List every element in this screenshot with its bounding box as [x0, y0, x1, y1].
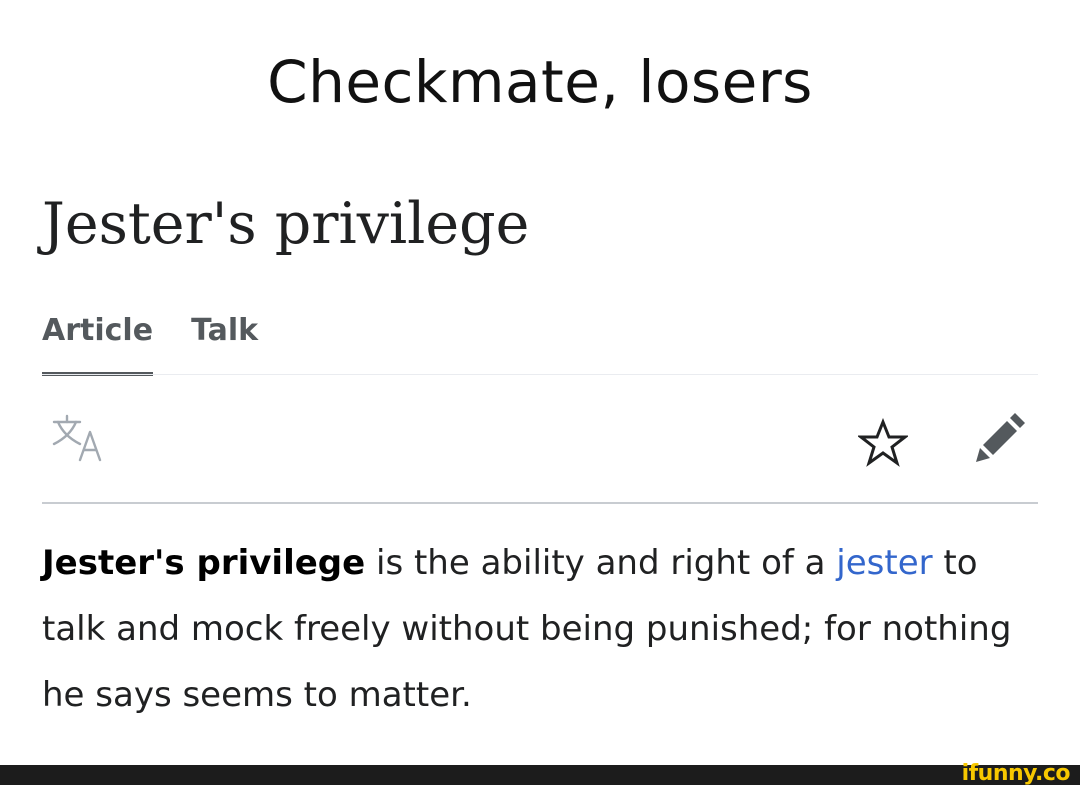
tab-article[interactable]: Article	[42, 306, 154, 376]
lead-paragraph: Jester's privilege is the ability and ri…	[42, 530, 1042, 728]
footer-bar	[0, 765, 1080, 785]
star-icon[interactable]	[856, 417, 910, 468]
tab-talk[interactable]: Talk	[191, 306, 258, 376]
meme-caption: Checkmate, losers	[267, 48, 813, 116]
lead-text-before-link: is the ability and right of a	[365, 543, 837, 583]
pencil-icon[interactable]	[970, 412, 1026, 468]
lead-term: Jester's privilege	[42, 543, 366, 583]
jester-link[interactable]: jester	[836, 543, 932, 583]
translate-icon[interactable]	[50, 414, 110, 464]
page-actions-toolbar	[42, 402, 1038, 482]
ifunny-watermark: ifunny.co	[961, 761, 1071, 786]
toolbar-divider	[42, 502, 1038, 504]
article-tabs: Article Talk	[42, 306, 258, 376]
tabs-divider	[42, 374, 1038, 375]
page-title: Jester's privilege	[42, 191, 530, 257]
